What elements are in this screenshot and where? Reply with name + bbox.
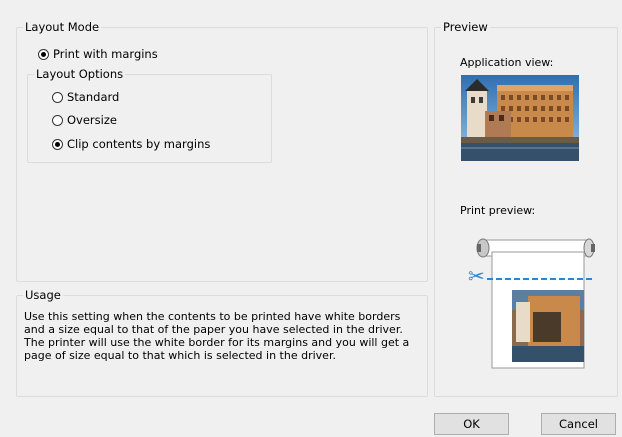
- print-with-margins-radio[interactable]: Print with margins: [38, 47, 158, 61]
- scissors-icon: ✂: [468, 264, 485, 288]
- ok-button-label: OK: [463, 417, 480, 431]
- radio-unchecked-icon: [52, 114, 63, 126]
- oversize-label: Oversize: [67, 113, 117, 127]
- layout-options-title: Layout Options: [34, 67, 126, 81]
- usage-group: Usage Use this setting when the contents…: [16, 288, 428, 397]
- radio-checked-icon: [38, 48, 49, 60]
- layout-options-group: Layout Options Standard Oversize Clip co…: [27, 67, 272, 163]
- cancel-button-label: Cancel: [559, 417, 598, 431]
- clip-contents-label: Clip contents by margins: [67, 137, 211, 151]
- layout-mode-title: Layout Mode: [23, 20, 102, 34]
- layout-mode-group: Layout Mode Print with margins Layout Op…: [16, 20, 428, 282]
- standard-label: Standard: [67, 90, 120, 104]
- standard-radio[interactable]: Standard: [52, 90, 119, 104]
- preview-title: Preview: [441, 20, 490, 34]
- application-view-label: Application view:: [460, 56, 554, 69]
- preview-group: Preview Application view: Print preview:: [434, 20, 618, 397]
- clip-contents-radio[interactable]: Clip contents by margins: [52, 137, 210, 151]
- oversize-radio[interactable]: Oversize: [52, 113, 117, 127]
- print-with-margins-label: Print with margins: [53, 47, 158, 61]
- radio-unchecked-icon: [52, 91, 63, 103]
- usage-title: Usage: [23, 288, 63, 302]
- ok-button[interactable]: OK: [434, 413, 509, 435]
- application-view-image: [461, 75, 579, 161]
- radio-checked-icon: [52, 138, 63, 150]
- print-preview-label: Print preview:: [460, 204, 536, 217]
- cancel-button[interactable]: Cancel: [541, 413, 616, 435]
- print-preview-image: [476, 238, 595, 369]
- usage-description: Use this setting when the contents to be…: [24, 310, 410, 362]
